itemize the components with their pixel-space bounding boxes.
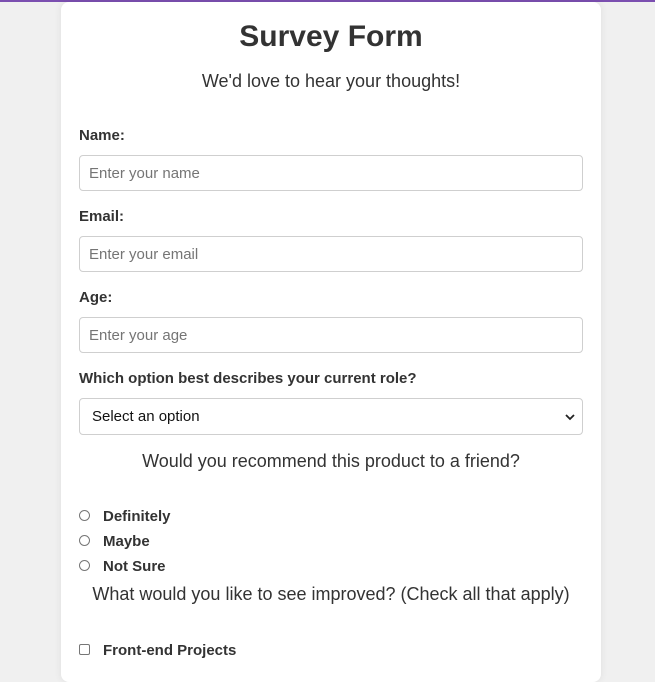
name-label: Name:: [79, 127, 125, 144]
radio-button[interactable]: [79, 535, 90, 546]
checkbox-option-front-end-projects[interactable]: Front-end Projects: [79, 638, 583, 663]
radio-label: Definitely: [103, 508, 171, 525]
age-label: Age:: [79, 289, 113, 306]
checkbox-label: Front-end Projects: [103, 642, 237, 659]
age-input[interactable]: [79, 317, 583, 353]
role-select-value: Select an option: [92, 408, 200, 425]
name-input[interactable]: [79, 155, 583, 191]
email-label: Email:: [79, 208, 125, 225]
radio-option-not-sure[interactable]: Not Sure: [79, 554, 583, 579]
improve-question: What would you like to see improved? (Ch…: [92, 584, 570, 604]
role-select[interactable]: Select an option: [79, 398, 583, 435]
page-title: Survey Form: [239, 20, 423, 53]
radio-button[interactable]: [79, 510, 90, 521]
chevron-down-icon: [565, 414, 575, 421]
improve-checkbox-group: Front-end Projects: [79, 638, 583, 663]
role-field-group: Which option best describes your current…: [79, 370, 583, 435]
radio-button[interactable]: [79, 560, 90, 571]
role-label: Which option best describes your current…: [79, 370, 417, 387]
checkbox[interactable]: [79, 644, 90, 655]
name-field-group: Name:: [79, 127, 583, 191]
radio-label: Maybe: [103, 533, 150, 550]
radio-option-definitely[interactable]: Definitely: [79, 504, 583, 529]
radio-option-maybe[interactable]: Maybe: [79, 529, 583, 554]
age-field-group: Age:: [79, 289, 583, 353]
survey-card: Survey Form We'd love to hear your thoug…: [61, 2, 601, 682]
email-input[interactable]: [79, 236, 583, 272]
page-subtitle: We'd love to hear your thoughts!: [201, 71, 461, 91]
recommend-question: Would you recommend this product to a fr…: [142, 451, 520, 471]
radio-label: Not Sure: [103, 558, 166, 575]
email-field-group: Email:: [79, 208, 583, 272]
recommend-radio-group: Definitely Maybe Not Sure: [79, 504, 583, 579]
